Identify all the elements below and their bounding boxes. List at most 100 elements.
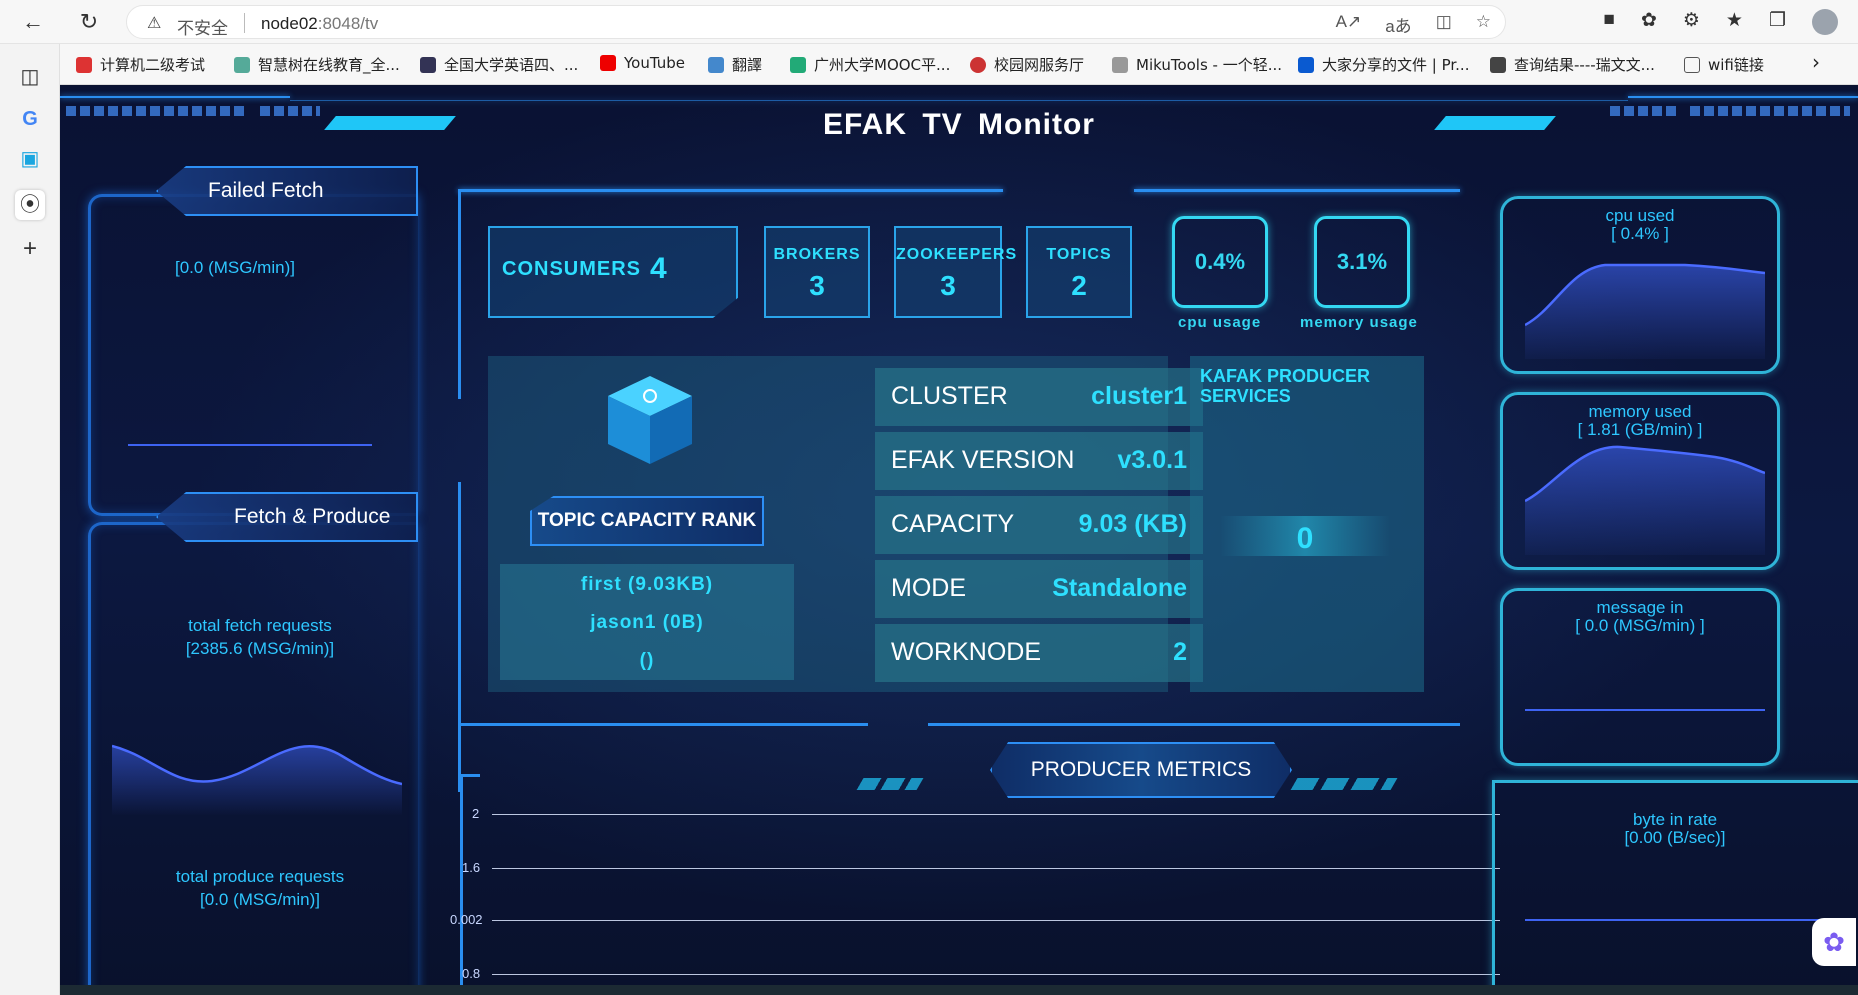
url-path: :8048/tv [317, 14, 379, 33]
bookmark-item[interactable]: 大家分享的文件 | Pr... [1298, 54, 1469, 75]
bookmark-item[interactable]: YouTube [600, 54, 685, 72]
split-screen-icon[interactable]: ◫ [1436, 12, 1452, 37]
bookmark-item[interactable]: 查询结果----瑞文文... [1490, 54, 1655, 75]
bookmark-label: 校园网服务厅 [994, 56, 1085, 74]
bookmark-label: wifi链接 [1708, 56, 1764, 74]
message-in-line [1525, 709, 1765, 711]
memory-used-chart [1525, 445, 1765, 555]
y-tick-label: 1.6 [462, 860, 481, 875]
back-icon[interactable]: ← [18, 7, 48, 37]
header-decoration [60, 96, 290, 98]
center-frame-edge [458, 189, 1003, 192]
info-value: Standalone [1052, 574, 1187, 602]
bookmark-label: 翻譯 [732, 56, 763, 74]
compass-icon[interactable]: ⦿ [15, 190, 45, 220]
failed-fetch-title: Failed Fetch Requests [156, 166, 418, 216]
bookmark-item[interactable]: wifi链接 [1684, 54, 1764, 75]
cpu-used-value: [ 0.4% ] [1611, 224, 1669, 243]
memory-chart-area [1525, 446, 1765, 555]
cpu-usage-label: cpu usage [1178, 314, 1262, 331]
read-aloud-icon[interactable]: A↗ [1336, 12, 1362, 37]
bookmark-item[interactable]: 智慧树在线教育_全... [234, 54, 400, 75]
bookmark-label: YouTube [624, 54, 685, 72]
message-in-value: [ 0.0 (MSG/min) ] [1575, 616, 1705, 635]
topic-capacity-list: first (9.03KB) jason1 (0B) () [500, 564, 794, 680]
fetch-chart-area [112, 746, 402, 816]
cpu-used-card: cpu used [ 0.4% ] [1500, 196, 1780, 374]
metrics-decoration [1290, 778, 1398, 790]
copilot-icon[interactable]: ✿ [1641, 9, 1657, 35]
y-tick-label: 0.002 [450, 912, 483, 927]
puzzle-icon[interactable]: ⚙ [1683, 9, 1700, 35]
tabs-icon[interactable]: ◫ [15, 62, 45, 92]
copilot-floating-icon[interactable]: ✿ [1812, 918, 1856, 966]
google-icon[interactable]: G [15, 104, 45, 134]
collections-icon[interactable]: ❐ [1769, 9, 1786, 35]
zookeepers-label: ZOOKEEPERS [896, 246, 1018, 263]
producer-services-count: 0 [1296, 522, 1314, 555]
cpu-used-title: cpu used [1605, 206, 1675, 225]
bookmark-icon [790, 57, 806, 73]
info-key: EFAK VERSION [891, 446, 1075, 474]
memory-usage-label: memory usage [1300, 314, 1418, 331]
page-title: EFAK TV Monitor [823, 108, 1095, 141]
consumers-label: CONSUMERS [502, 258, 642, 280]
zookeepers-stat: ZOOKEEPERS 3 [894, 226, 1018, 318]
sidebar-rail: ◫ G ▣ ⦿ + [0, 44, 60, 995]
reload-icon[interactable]: ↻ [74, 7, 104, 37]
browser-toolbar: ← ↻ ⚠ 不安全 node02:8048/tv A↗ aあ ◫ ☆ ■ ✿ ⚙… [0, 0, 1858, 44]
topic-capacity-rank-title: TOPIC CAPACITY RANK [530, 496, 764, 546]
extension-icon[interactable]: ■ [1603, 9, 1614, 35]
header-decoration [290, 100, 1628, 101]
bookmark-item[interactable]: 广州大学MOOC平... [790, 54, 950, 75]
warning-icon: ⚠ [147, 15, 162, 32]
grid-line [492, 868, 1500, 869]
dashboard: EFAK TV Monitor Failed Fetch Requests [0… [60, 86, 1858, 995]
url-host: node02 [261, 14, 318, 33]
center-frame-edge [458, 189, 461, 399]
cpu-chart-area [1525, 265, 1765, 359]
info-key: WORKNODE [891, 638, 1041, 666]
rank-item: first (9.03KB) [580, 574, 714, 595]
fetch-requests-chart [112, 744, 402, 816]
topics-stat: TOPICS 2 [1026, 226, 1132, 318]
bookmark-label: 广州大学MOOC平... [814, 56, 951, 74]
brokers-count: 3 [809, 270, 825, 301]
info-row-cluster: CLUSTER cluster1 [875, 368, 1203, 426]
bookmark-icon [76, 57, 92, 73]
producer-metrics-title: PRODUCER METRICS [990, 742, 1292, 798]
profile-avatar[interactable] [1812, 9, 1838, 35]
brokers-label: BROKERS [773, 246, 861, 263]
bookmark-item[interactable]: 校园网服务厅 [970, 54, 1084, 75]
bookmark-icon [1112, 57, 1128, 73]
header-decoration [1628, 96, 1858, 98]
bookmark-label: 计算机二级考试 [100, 56, 206, 74]
bookmark-item[interactable]: 全国大学英语四、... [420, 54, 578, 75]
favorites-icon[interactable]: ★ [1726, 9, 1743, 35]
bilibili-icon[interactable]: ▣ [15, 144, 45, 174]
info-value: 9.03 (KB) [1078, 510, 1187, 538]
byte-in-rate-title: byte in rate [1632, 810, 1718, 829]
add-favorite-icon[interactable]: ☆ [1476, 12, 1491, 37]
url-text[interactable]: node02:8048/tv [261, 14, 378, 34]
produce-requests-label: total produce requests [175, 867, 345, 886]
message-in-title: message in [1596, 598, 1684, 617]
bookmark-item[interactable]: 计算机二级考试 [76, 54, 205, 75]
center-frame-edge [928, 723, 1460, 726]
translate-icon[interactable]: aあ [1385, 12, 1411, 37]
failed-fetch-line [128, 444, 372, 446]
bookmark-item[interactable]: MikuTools - 一个轻... [1112, 54, 1282, 75]
bookmark-label: 智慧树在线教育_全... [258, 56, 400, 74]
fetch-produce-title: Fetch & Produce [156, 492, 418, 542]
bookmark-icon [420, 57, 436, 73]
address-bar[interactable]: ⚠ 不安全 node02:8048/tv A↗ aあ ◫ ☆ [126, 5, 1506, 39]
cube-icon [608, 376, 692, 464]
cpu-usage-ring: 0.4% [1172, 216, 1268, 308]
bookmark-item[interactable]: 翻譯 [708, 54, 762, 75]
chevron-right-icon[interactable]: › [1812, 50, 1820, 74]
bookmark-label: MikuTools - 一个轻... [1136, 56, 1283, 74]
info-key: CLUSTER [891, 382, 1008, 410]
add-icon[interactable]: + [15, 234, 45, 264]
info-row-worknode: WORKNODE 2 [875, 624, 1203, 682]
metrics-decoration [856, 778, 924, 790]
